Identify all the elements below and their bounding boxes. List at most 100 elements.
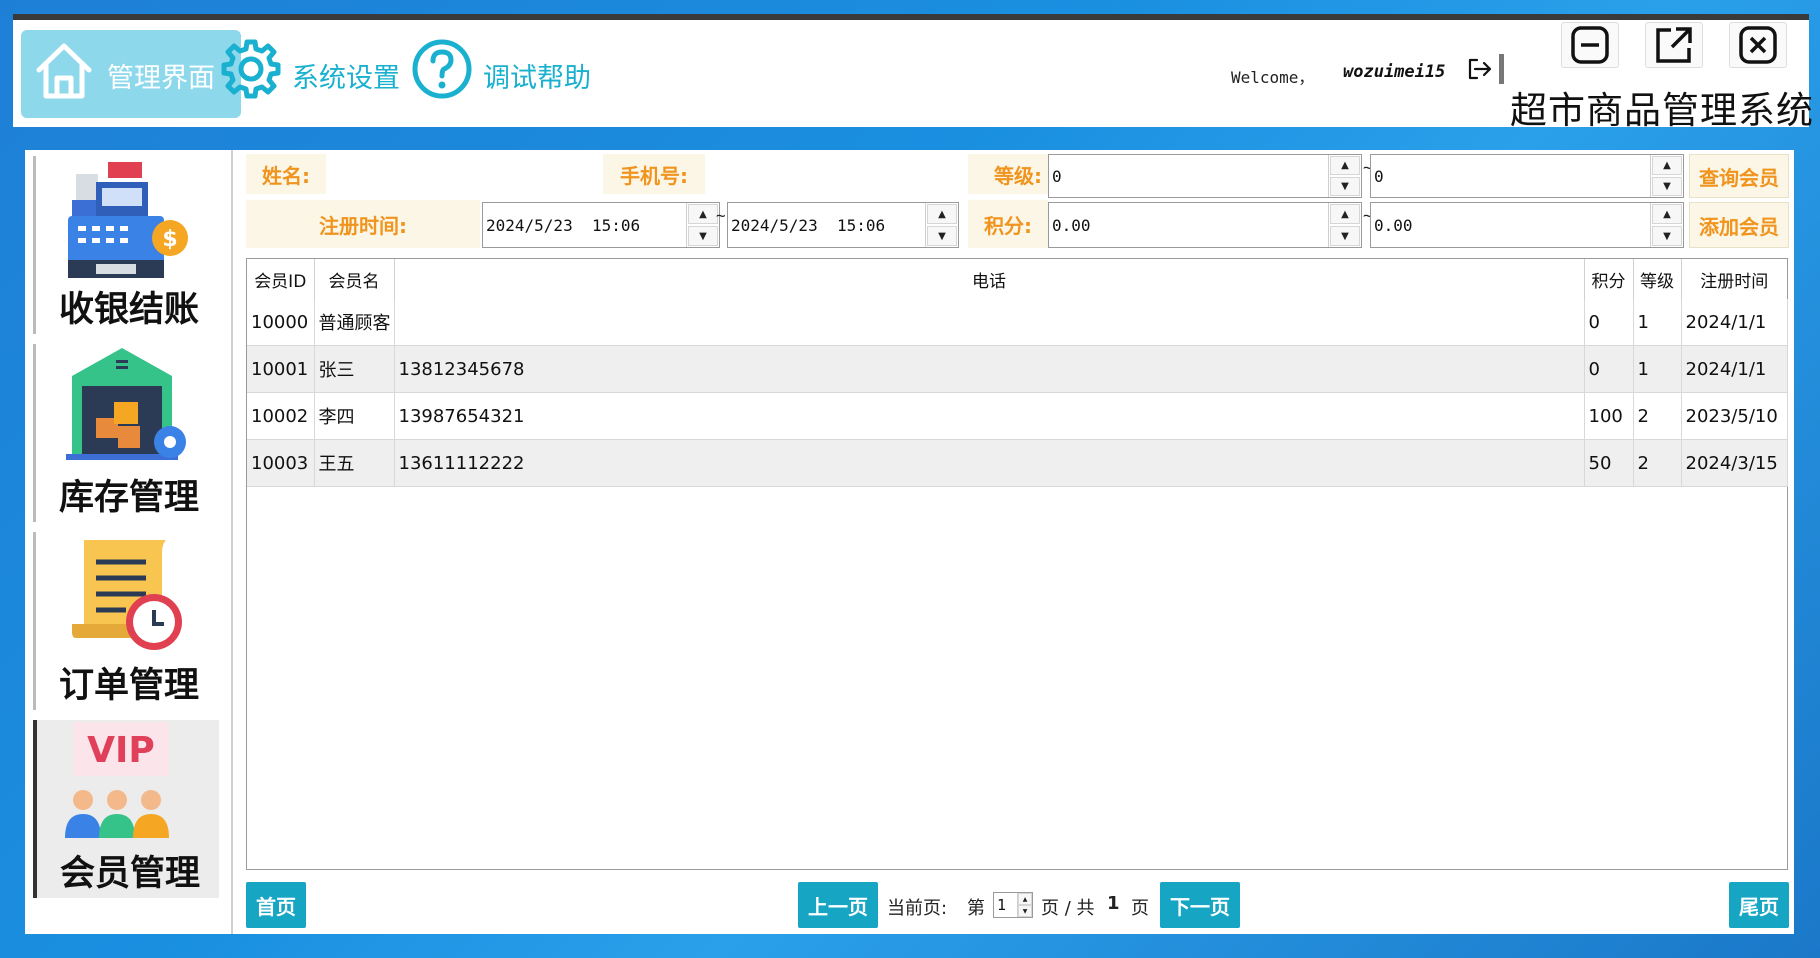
regtime-from-up[interactable]: ▲	[688, 204, 718, 224]
prev-page-button[interactable]: 上一页	[798, 882, 878, 928]
points-min-stepper[interactable]: ▲▼	[1048, 202, 1362, 248]
points-min-up[interactable]: ▲	[1330, 204, 1360, 224]
sidebar-item-label: 订单管理	[58, 666, 199, 706]
help-icon	[412, 39, 472, 99]
cell-level: 2	[1633, 439, 1682, 487]
top-header: 管理界面 系统设置 调试帮助 Welcome， wozuimei15 超市商品管…	[13, 14, 1813, 132]
sidebar-item-label: 库存管理	[58, 478, 199, 518]
total-suffix: 页	[1131, 898, 1149, 919]
sidebar-item-checkout[interactable]: $ 收银结账	[33, 156, 219, 334]
level-min-up[interactable]: ▲	[1330, 156, 1360, 175]
points-label: 积分:	[968, 200, 1048, 248]
phone-label: 手机号:	[603, 154, 705, 194]
logout-button[interactable]	[1461, 54, 1504, 84]
table-row[interactable]: 10000 普通顾客 0 1 2024/1/1	[247, 299, 1788, 346]
points-max-down[interactable]: ▼	[1652, 226, 1682, 246]
cell-level: 1	[1633, 345, 1682, 393]
level-max-stepper[interactable]: ▲▼	[1370, 154, 1684, 198]
sidebar: $ 收银结账 库存管理 订单管理 VIP 会员管理	[25, 150, 233, 934]
next-page-button[interactable]: 下一页	[1160, 882, 1240, 928]
nav-help[interactable]: 调试帮助	[409, 34, 599, 114]
sidebar-item-orders[interactable]: 订单管理	[33, 532, 219, 710]
phone-input[interactable]	[707, 154, 987, 194]
column-header-regtime[interactable]: 注册时间	[1681, 259, 1787, 299]
cell-id: 10000	[247, 299, 315, 346]
add-member-button[interactable]: 添加会员	[1689, 202, 1789, 248]
home-icon	[36, 43, 92, 99]
column-header-id[interactable]: 会员ID	[247, 259, 315, 299]
page-up[interactable]: ▲	[1018, 893, 1032, 905]
nav-management-label: 管理界面	[107, 63, 215, 94]
app-title: 超市商品管理系统	[1510, 89, 1814, 132]
level-min-stepper[interactable]: ▲▼	[1048, 154, 1362, 198]
table-row[interactable]: 10003 王五 13611112222 50 2 2024/3/15	[247, 439, 1788, 487]
nav-help-label: 调试帮助	[483, 63, 591, 94]
cell-name: 张三	[314, 345, 395, 393]
page-number-input[interactable]	[994, 892, 1017, 918]
points-max-input[interactable]	[1371, 202, 1650, 248]
regtime-from-input[interactable]	[483, 202, 686, 248]
nav-management[interactable]: 管理界面	[21, 30, 241, 118]
member-table: 会员ID 会员名 电话 积分 等级 注册时间 10000 普通顾客 0 1 20…	[246, 258, 1788, 870]
regtime-to-up[interactable]: ▲	[927, 204, 957, 224]
cell-regtime: 2024/3/15	[1681, 439, 1788, 487]
sidebar-item-label: 收银结账	[58, 290, 199, 330]
regtime-to-down[interactable]: ▼	[927, 226, 957, 246]
cell-phone: 13611112222	[394, 439, 1585, 487]
cash-register-icon: $	[68, 162, 188, 278]
points-min-input[interactable]	[1049, 202, 1328, 248]
cell-name: 王五	[314, 439, 395, 487]
close-button[interactable]	[1729, 22, 1787, 68]
regtime-from-down[interactable]: ▼	[688, 226, 718, 246]
warehouse-icon	[66, 348, 186, 460]
popout-button[interactable]	[1645, 22, 1703, 68]
regtime-label: 注册时间:	[246, 200, 480, 248]
last-page-button[interactable]: 尾页	[1729, 882, 1789, 928]
name-label: 姓名:	[246, 154, 326, 194]
page-prefix: 第	[967, 898, 985, 919]
column-header-points[interactable]: 积分	[1584, 259, 1634, 299]
level-min-input[interactable]	[1049, 154, 1328, 198]
minimize-icon	[1571, 26, 1609, 64]
total-pages: 1	[1107, 893, 1120, 914]
svg-text:VIP: VIP	[87, 730, 155, 771]
page-number-stepper[interactable]: ▲▼	[993, 892, 1033, 918]
table-row[interactable]: 10001 张三 13812345678 0 1 2024/1/1	[247, 345, 1788, 393]
regtime-to-picker[interactable]: ▲▼	[727, 202, 959, 248]
cell-id: 10001	[247, 345, 315, 393]
member-grid: 会员ID 会员名 电话 积分 等级 注册时间 10000 普通顾客 0 1 20…	[247, 259, 1788, 487]
popout-icon	[1656, 27, 1692, 63]
regtime-to-input[interactable]	[728, 202, 925, 248]
cell-id: 10002	[247, 392, 315, 440]
level-max-down[interactable]: ▼	[1652, 177, 1682, 196]
minimize-button[interactable]	[1561, 22, 1619, 68]
query-member-button[interactable]: 查询会员	[1689, 154, 1789, 198]
cell-id: 10003	[247, 439, 315, 487]
points-min-down[interactable]: ▼	[1330, 226, 1360, 246]
sidebar-item-members[interactable]: VIP 会员管理	[33, 720, 219, 898]
page-down[interactable]: ▼	[1018, 905, 1032, 917]
cell-points: 100	[1584, 392, 1634, 440]
table-row[interactable]: 10002 李四 13987654321 100 2 2023/5/10	[247, 392, 1788, 440]
cell-name: 李四	[314, 392, 395, 440]
cell-points: 0	[1584, 345, 1634, 393]
column-header-phone[interactable]: 电话	[394, 259, 1585, 299]
regtime-from-picker[interactable]: ▲▼	[482, 202, 720, 248]
level-min-down[interactable]: ▼	[1330, 177, 1360, 196]
page-suffix: 页 / 共	[1041, 898, 1095, 919]
current-page-label: 当前页:	[887, 898, 948, 919]
points-max-stepper[interactable]: ▲▼	[1370, 202, 1684, 248]
cell-regtime: 2024/1/1	[1681, 345, 1788, 393]
cell-points: 50	[1584, 439, 1634, 487]
points-max-up[interactable]: ▲	[1652, 204, 1682, 224]
level-max-up[interactable]: ▲	[1652, 156, 1682, 175]
column-header-level[interactable]: 等级	[1633, 259, 1682, 299]
first-page-button[interactable]: 首页	[246, 882, 306, 928]
column-header-name[interactable]: 会员名	[314, 259, 395, 299]
gear-icon	[221, 39, 281, 99]
nav-settings[interactable]: 系统设置	[218, 34, 408, 114]
name-input[interactable]	[329, 154, 621, 194]
level-max-input[interactable]	[1371, 154, 1650, 198]
sidebar-item-inventory[interactable]: 库存管理	[33, 344, 219, 522]
cell-regtime: 2023/5/10	[1681, 392, 1788, 440]
